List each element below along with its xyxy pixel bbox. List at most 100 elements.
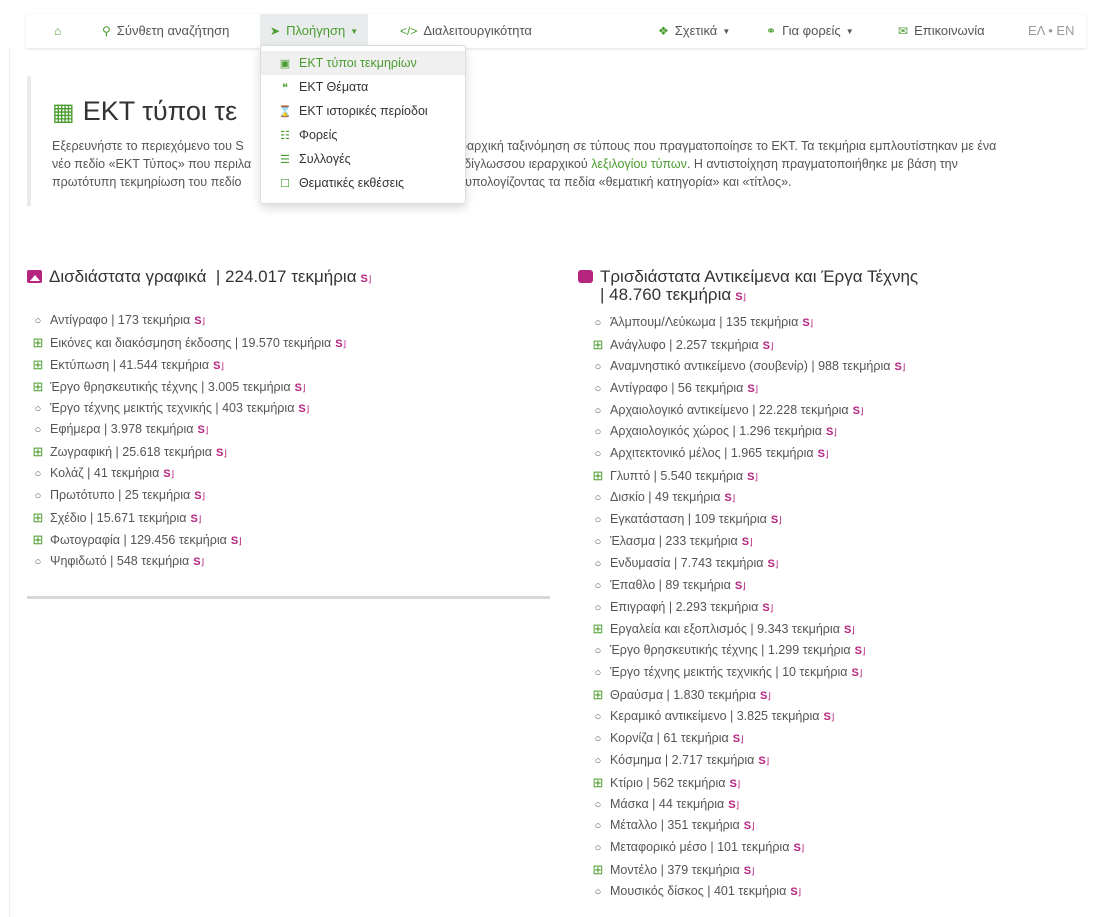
menu-item-historical-periods[interactable]: ⌛ ΕΚΤ ιστορικές περίοδοι bbox=[261, 99, 465, 123]
expand-plus-icon[interactable]: ⊞ bbox=[592, 859, 604, 881]
search-collection-logo-icon[interactable]: S bbox=[851, 667, 862, 679]
type-vocabulary-link[interactable]: λεξιλογίου τύπων bbox=[591, 157, 687, 171]
list-item[interactable]: ○ Κολάζ | 41 τεκμήρια S bbox=[32, 463, 346, 485]
menu-item-ekt-types[interactable]: ▣ ΕΚΤ τύποι τεκμηρίων bbox=[261, 51, 465, 75]
list-item[interactable]: ○ Αντίγραφο | 56 τεκμήρια S bbox=[592, 378, 905, 400]
list-item[interactable]: ○ Επιγραφή | 2.293 τεκμήρια S bbox=[592, 597, 905, 619]
browse-menu-toggle[interactable]: ➤ Πλοήγηση ▼ bbox=[260, 14, 369, 48]
search-collection-logo-icon[interactable]: S bbox=[729, 778, 740, 790]
list-item[interactable]: ○ Αρχαιολογικό αντικείμενο | 22.228 τεκμή… bbox=[592, 400, 905, 422]
search-collection-logo-icon[interactable]: S bbox=[758, 755, 769, 767]
search-collection-logo-icon[interactable]: S bbox=[793, 842, 804, 854]
list-item[interactable]: ○ Έργο τέχνης μεικτής τεχνικής | 10 τεκμή… bbox=[592, 662, 905, 684]
search-collection-logo-icon[interactable]: S bbox=[894, 361, 905, 373]
list-item[interactable]: ○ Έλασμα | 233 τεκμήρια S bbox=[592, 531, 905, 553]
expand-plus-icon[interactable]: ⊞ bbox=[32, 441, 44, 463]
list-item[interactable]: ⊞ Κτίριο | 562 τεκμήρια S bbox=[592, 772, 905, 794]
expand-plus-icon[interactable]: ⊞ bbox=[32, 332, 44, 354]
list-item[interactable]: ⊞ Εργαλεία και εξοπλισμός | 9.343 τεκμήρι… bbox=[592, 618, 905, 640]
expand-plus-icon[interactable]: ⊞ bbox=[592, 334, 604, 356]
search-collection-logo-icon[interactable]: S bbox=[298, 403, 309, 415]
search-collection-logo-icon[interactable]: S bbox=[818, 448, 829, 460]
language-switch[interactable]: ΕΛ • ΕΝ bbox=[1028, 14, 1074, 48]
list-item[interactable]: ○ Εγκατάσταση | 109 τεκμήρια S bbox=[592, 509, 905, 531]
menu-item-providers[interactable]: ☷ Φορείς bbox=[261, 123, 465, 147]
menu-item-ekt-topics[interactable]: ❝ ΕΚΤ Θέματα bbox=[261, 75, 465, 99]
search-collection-logo-icon[interactable]: S bbox=[763, 340, 774, 352]
search-collection-logo-icon[interactable]: S bbox=[768, 558, 779, 570]
list-item[interactable]: ○ Αρχαιολογικός χώρος | 1.296 τεκμήρια S bbox=[592, 421, 905, 443]
search-collection-logo-icon[interactable]: S bbox=[735, 291, 746, 303]
search-collection-logo-icon[interactable]: S bbox=[295, 382, 306, 394]
list-item[interactable]: ○ Μεταφορικό μέσο | 101 τεκμήρια S bbox=[592, 837, 905, 859]
list-item[interactable]: ○ Κόσμημα | 2.717 τεκμήρια S bbox=[592, 750, 905, 772]
list-item[interactable]: ○ Μέταλλο | 351 τεκμήρια S bbox=[592, 815, 905, 837]
list-item[interactable]: ⊞ Έργο θρησκευτικής τέχνης | 3.005 τεκμήρ… bbox=[32, 376, 346, 398]
menu-item-collections[interactable]: ☰ Συλλογές bbox=[261, 147, 465, 171]
search-collection-logo-icon[interactable]: S bbox=[724, 492, 735, 504]
search-collection-logo-icon[interactable]: S bbox=[760, 690, 771, 702]
list-item[interactable]: ○ Ενδυμασία | 7.743 τεκμήρια S bbox=[592, 553, 905, 575]
providers-menu-toggle[interactable]: ⚭ Για φορείς ▼ bbox=[766, 14, 854, 48]
search-collection-logo-icon[interactable]: S bbox=[231, 535, 242, 547]
search-collection-logo-icon[interactable]: S bbox=[193, 556, 204, 568]
expand-plus-icon[interactable]: ⊞ bbox=[592, 684, 604, 706]
list-item[interactable]: ⊞ Ζωγραφική | 25.618 τεκμήρια S bbox=[32, 441, 346, 463]
interoperability-link[interactable]: </> Διαλειτουργικότητα bbox=[400, 14, 532, 48]
list-item[interactable]: ○ Εφήμερα | 3.978 τεκμήρια S bbox=[32, 419, 346, 441]
search-collection-logo-icon[interactable]: S bbox=[855, 645, 866, 657]
list-item[interactable]: ○ Αρχιτεκτονικό μέλος | 1.965 τεκμήρια S bbox=[592, 443, 905, 465]
list-item[interactable]: ⊞ Φωτογραφία | 129.456 τεκμήρια S bbox=[32, 529, 346, 551]
list-item[interactable]: ○ Δισκίο | 49 τεκμήρια S bbox=[592, 487, 905, 509]
search-collection-logo-icon[interactable]: S bbox=[733, 733, 744, 745]
list-item[interactable]: ⊞ Ανάγλυφο | 2.257 τεκμήρια S bbox=[592, 334, 905, 356]
list-item[interactable]: ⊞ Γλυπτό | 5.540 τεκμήρια S bbox=[592, 465, 905, 487]
list-item[interactable]: ○ Αντίγραφο | 173 τεκμήρια S bbox=[32, 310, 346, 332]
list-item[interactable]: ○ Κεραμικό αντικείμενο | 3.825 τεκμήρια S bbox=[592, 706, 905, 728]
search-collection-logo-icon[interactable]: S bbox=[742, 536, 753, 548]
search-collection-logo-icon[interactable]: S bbox=[747, 471, 758, 483]
search-collection-logo-icon[interactable]: S bbox=[744, 865, 755, 877]
list-item[interactable]: ○ Έργο τέχνης μεικτής τεχνικής | 403 τεκμ… bbox=[32, 398, 346, 420]
search-collection-logo-icon[interactable]: S bbox=[844, 624, 855, 636]
search-collection-logo-icon[interactable]: S bbox=[163, 468, 174, 480]
search-collection-logo-icon[interactable]: S bbox=[747, 383, 758, 395]
menu-item-exhibitions[interactable]: ☐ Θεματικές εκθέσεις bbox=[261, 171, 465, 195]
section-heading-3d[interactable]: Τρισδιάστατα Αντικείμενα και Έργα Τέχνης bbox=[578, 267, 918, 286]
list-item[interactable]: ○ Μουσικός δίσκος | 401 τεκμήρια S bbox=[592, 881, 905, 903]
search-collection-logo-icon[interactable]: S bbox=[735, 580, 746, 592]
search-collection-logo-icon[interactable]: S bbox=[790, 886, 801, 898]
search-collection-logo-icon[interactable]: S bbox=[826, 426, 837, 438]
search-collection-logo-icon[interactable]: S bbox=[213, 360, 224, 372]
list-item[interactable]: ○ Πρωτότυπο | 25 τεκμήρια S bbox=[32, 485, 346, 507]
search-collection-logo-icon[interactable]: S bbox=[771, 514, 782, 526]
expand-plus-icon[interactable]: ⊞ bbox=[32, 376, 44, 398]
search-collection-logo-icon[interactable]: S bbox=[802, 317, 813, 329]
search-collection-logo-icon[interactable]: S bbox=[335, 338, 346, 350]
list-item[interactable]: ○ Ψηφιδωτό | 548 τεκμήρια S bbox=[32, 551, 346, 573]
expand-plus-icon[interactable]: ⊞ bbox=[592, 465, 604, 487]
about-menu-toggle[interactable]: ❖ Σχετικά ▼ bbox=[658, 14, 730, 48]
search-collection-logo-icon[interactable]: S bbox=[824, 711, 835, 723]
advanced-search-link[interactable]: ⚲ Σύνθετη αναζήτηση bbox=[102, 14, 229, 48]
list-item[interactable]: ○ Έργο θρησκευτικής τέχνης | 1.299 τεκμήρ… bbox=[592, 640, 905, 662]
list-item[interactable]: ○ Αναμνηστικό αντικείμενο (σουβενίρ) | 98… bbox=[592, 356, 906, 378]
search-collection-logo-icon[interactable]: S bbox=[762, 602, 773, 614]
search-collection-logo-icon[interactable]: S bbox=[194, 315, 205, 327]
expand-plus-icon[interactable]: ⊞ bbox=[592, 618, 604, 640]
list-item[interactable]: ○ Έπαθλο | 89 τεκμήρια S bbox=[592, 575, 905, 597]
list-item[interactable]: ○ Μάσκα | 44 τεκμήρια S bbox=[592, 794, 905, 816]
list-item[interactable]: ⊞ Θραύσμα | 1.830 τεκμήρια S bbox=[592, 684, 905, 706]
list-item[interactable]: ⊞ Εικόνες και διακόσμηση έκδοσης | 19.570… bbox=[32, 332, 347, 354]
list-item[interactable]: ⊞ Εκτύπωση | 41.544 τεκμήρια S bbox=[32, 354, 346, 376]
home-link[interactable]: ⌂ bbox=[54, 14, 67, 48]
expand-plus-icon[interactable]: ⊞ bbox=[32, 507, 44, 529]
list-item[interactable]: ⊞ Μοντέλο | 379 τεκμήρια S bbox=[592, 859, 905, 881]
list-item[interactable]: ⊞ Σχέδιο | 15.671 τεκμήρια S bbox=[32, 507, 346, 529]
expand-plus-icon[interactable]: ⊞ bbox=[592, 772, 604, 794]
expand-plus-icon[interactable]: ⊞ bbox=[32, 354, 44, 376]
search-collection-logo-icon[interactable]: S bbox=[194, 490, 205, 502]
list-item[interactable]: ○ Κορνίζα | 61 τεκμήρια S bbox=[592, 728, 905, 750]
contact-link[interactable]: ✉ Επικοινωνία bbox=[898, 14, 985, 48]
list-item[interactable]: ○ Άλμπουμ/Λεύκωμα | 135 τεκμήρια S bbox=[592, 312, 905, 334]
